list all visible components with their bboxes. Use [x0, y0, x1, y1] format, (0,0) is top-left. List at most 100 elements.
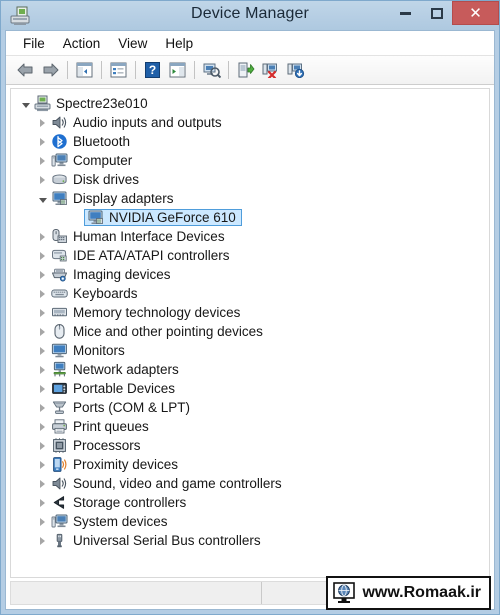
tree-node[interactable]: Imaging devices [17, 265, 489, 284]
tree-node[interactable]: Portable Devices [17, 379, 489, 398]
tree-node[interactable]: Processors [17, 436, 489, 455]
minimize-button[interactable] [390, 1, 421, 25]
device-item[interactable]: Human Interface Devices [51, 228, 225, 245]
update-driver-button[interactable] [233, 58, 258, 82]
tree-node[interactable]: Print queues [17, 417, 489, 436]
expand-arrow-icon[interactable] [34, 132, 51, 151]
menu-file[interactable]: File [14, 34, 54, 53]
expand-arrow-icon[interactable] [34, 341, 51, 360]
device-item[interactable]: Mice and other pointing devices [51, 323, 263, 340]
device-item[interactable]: Spectre23e010 [34, 95, 148, 112]
chevron-right-icon [40, 384, 45, 393]
selected-device-item[interactable]: NVIDIA GeForce 610 [84, 209, 242, 226]
device-item[interactable]: Portable Devices [51, 380, 175, 397]
add-legacy-hardware-button[interactable] [283, 58, 308, 82]
tree-node[interactable]: Memory technology devices [17, 303, 489, 322]
expand-arrow-icon[interactable] [34, 493, 51, 512]
expand-arrow-icon[interactable] [34, 151, 51, 170]
device-item[interactable]: Storage controllers [51, 494, 186, 511]
add-hardware-icon [287, 63, 304, 78]
tree-node[interactable]: Display adapters [17, 189, 489, 208]
show-hide-console-tree-button[interactable] [72, 58, 97, 82]
help-button[interactable]: ? [140, 58, 165, 82]
tree-node[interactable]: Ports (COM & LPT) [17, 398, 489, 417]
toolbar-separator-1 [67, 61, 68, 79]
uninstall-device-button[interactable] [258, 58, 283, 82]
device-item[interactable]: Sound, video and game controllers [51, 475, 282, 492]
tree-node[interactable]: Audio inputs and outputs [17, 113, 489, 132]
collapse-arrow-icon[interactable] [34, 189, 51, 208]
expand-arrow-icon[interactable] [34, 113, 51, 132]
properties-button[interactable] [106, 58, 131, 82]
device-item[interactable]: Display adapters [51, 190, 174, 207]
device-item[interactable]: Monitors [51, 342, 125, 359]
expand-arrow-icon[interactable] [34, 417, 51, 436]
tree-node[interactable]: IDE ATA/ATAPI controllers [17, 246, 489, 265]
maximize-button[interactable] [421, 1, 452, 25]
tree-node[interactable]: Proximity devices [17, 455, 489, 474]
expand-arrow-icon[interactable] [34, 512, 51, 531]
device-item[interactable]: Ports (COM & LPT) [51, 399, 190, 416]
tree-node[interactable]: Monitors [17, 341, 489, 360]
expand-arrow-icon[interactable] [34, 398, 51, 417]
scan-for-hardware-changes-button[interactable] [199, 58, 224, 82]
forward-arrow-icon [43, 63, 59, 77]
device-item[interactable]: Imaging devices [51, 266, 171, 283]
tree-node[interactable]: Disk drives [17, 170, 489, 189]
expand-arrow-icon[interactable] [34, 227, 51, 246]
expand-arrow-icon[interactable] [34, 303, 51, 322]
device-item[interactable]: Disk drives [51, 171, 139, 188]
tree-node[interactable]: Keyboards [17, 284, 489, 303]
expand-arrow-icon[interactable] [34, 455, 51, 474]
tree-node[interactable]: Universal Serial Bus controllers [17, 531, 489, 550]
tree-node[interactable]: Human Interface Devices [17, 227, 489, 246]
device-item[interactable]: Network adapters [51, 361, 179, 378]
expand-arrow-icon[interactable] [34, 379, 51, 398]
tree-node[interactable]: Bluetooth [17, 132, 489, 151]
expand-arrow-icon[interactable] [34, 531, 51, 550]
expand-arrow-icon[interactable] [34, 436, 51, 455]
device-item[interactable]: Computer [51, 152, 132, 169]
monitor-icon [51, 342, 68, 359]
device-item[interactable]: System devices [51, 513, 168, 530]
back-button[interactable] [13, 58, 38, 82]
device-item[interactable]: IDE ATA/ATAPI controllers [51, 247, 230, 264]
tree-node-label: Print queues [73, 419, 149, 434]
expand-arrow-icon[interactable] [34, 265, 51, 284]
expand-arrow-icon[interactable] [34, 284, 51, 303]
device-item[interactable]: Audio inputs and outputs [51, 114, 222, 131]
device-item[interactable]: Keyboards [51, 285, 138, 302]
tree-node-label: Bluetooth [73, 134, 131, 149]
chevron-right-icon [40, 422, 45, 431]
tree-node[interactable]: Computer [17, 151, 489, 170]
device-item[interactable]: Bluetooth [51, 133, 130, 150]
expand-arrow-icon[interactable] [34, 246, 51, 265]
collapse-arrow-icon[interactable] [17, 94, 34, 113]
menu-view[interactable]: View [109, 34, 156, 53]
device-item[interactable]: Print queues [51, 418, 149, 435]
device-item[interactable]: Memory technology devices [51, 304, 240, 321]
device-item[interactable]: Proximity devices [51, 456, 178, 473]
display-adapter-icon [87, 209, 104, 226]
expand-arrow-icon[interactable] [34, 322, 51, 341]
expand-arrow-icon[interactable] [34, 170, 51, 189]
close-button[interactable]: ✕ [452, 1, 499, 25]
tree-node[interactable]: System devices [17, 512, 489, 531]
menu-help[interactable]: Help [156, 34, 202, 53]
tree-node[interactable]: Spectre23e010 [17, 94, 489, 113]
expand-arrow-icon[interactable] [34, 474, 51, 493]
title-bar: Device Manager ✕ [1, 1, 499, 30]
memory-device-icon [51, 304, 68, 321]
tree-node[interactable]: Storage controllers [17, 493, 489, 512]
device-tree-pane[interactable]: Spectre23e010 Audio inputs and outputs Blu… [10, 88, 490, 578]
menu-action[interactable]: Action [54, 34, 110, 53]
device-item[interactable]: Universal Serial Bus controllers [51, 532, 261, 549]
expand-arrow-icon[interactable] [34, 360, 51, 379]
show-hide-action-pane-button[interactable] [165, 58, 190, 82]
device-item[interactable]: Processors [51, 437, 141, 454]
forward-button[interactable] [38, 58, 63, 82]
tree-node[interactable]: Sound, video and game controllers [17, 474, 489, 493]
tree-node[interactable]: Mice and other pointing devices [17, 322, 489, 341]
tree-node[interactable]: Network adapters [17, 360, 489, 379]
tree-node[interactable]: NVIDIA GeForce 610 [17, 208, 489, 227]
